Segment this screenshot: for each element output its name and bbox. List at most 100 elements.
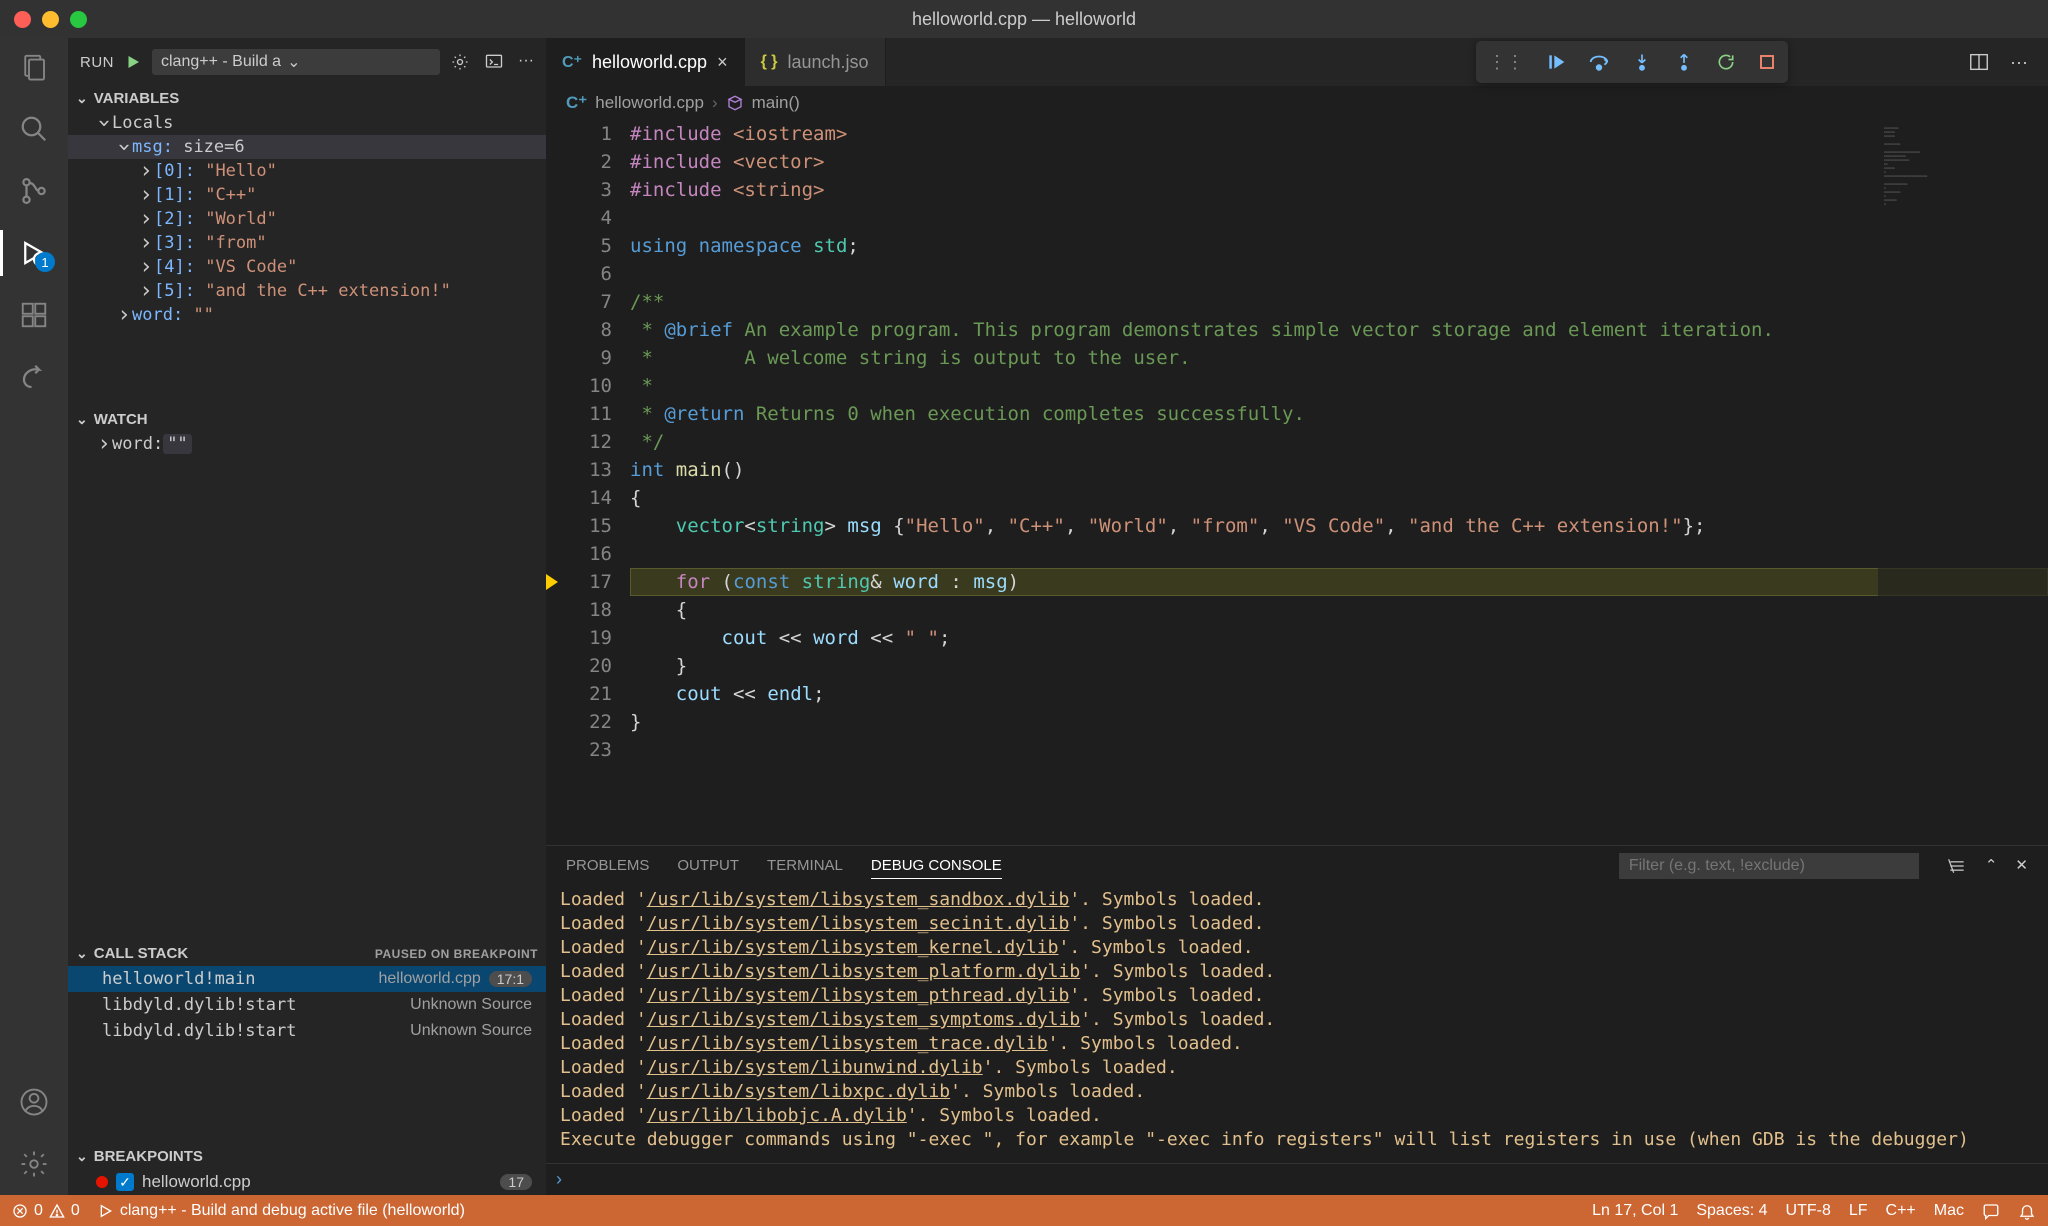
file-link[interactable]: /usr/lib/system/libsystem_trace.dylib [647,1033,1048,1054]
status-indentation[interactable]: Spaces: 4 [1696,1202,1767,1220]
minimap[interactable]: ▬▬▬▬▬▬▬▬▬▬▬▬▬▬▬▬▬▬▬▬▬▬▬▬▬▬▬▬▬▬▬▬▬▬▬▬▬▬▬▬… [1878,120,2048,845]
step-out-button[interactable] [1674,52,1694,72]
file-link[interactable]: /usr/lib/system/libsystem_pthread.dylib [647,985,1070,1006]
stop-button[interactable] [1758,53,1776,71]
variable-word[interactable]: word: "" [68,303,546,327]
status-language[interactable]: C++ [1886,1202,1916,1220]
console-line: Loaded '/usr/lib/system/libxpc.dylib'. S… [560,1080,2034,1104]
status-eol[interactable]: LF [1849,1202,1868,1220]
source-control-icon[interactable] [17,174,51,208]
stack-frame[interactable]: helloworld!mainhelloworld.cpp17:1 [68,966,546,992]
continue-button[interactable] [1546,52,1566,72]
variable-msg-item[interactable]: [0]: "Hello" [68,159,546,183]
minimize-window-button[interactable] [42,11,59,28]
breakpoints-section-header[interactable]: ⌄BREAKPOINTS [68,1144,546,1169]
panel-tab[interactable]: OUTPUT [677,853,739,879]
debug-console-input[interactable]: › [546,1163,2048,1195]
settings-gear-icon[interactable] [17,1147,51,1181]
watch-item[interactable]: word: "" [68,432,546,456]
panel-tabs: PROBLEMS OUTPUT TERMINAL DEBUG CONSOLE ⌃ ✕ [546,846,2048,886]
status-errors[interactable]: 0 0 [12,1202,80,1220]
explorer-icon[interactable] [17,50,51,84]
drag-grip-icon[interactable]: ⋮⋮ [1488,52,1524,73]
window-controls [0,11,87,28]
feedback-icon[interactable] [1982,1202,2000,1220]
maximize-window-button[interactable] [70,11,87,28]
console-line: Loaded '/usr/lib/system/libsystem_pthrea… [560,984,2034,1008]
close-panel-icon[interactable]: ✕ [2015,856,2028,876]
gear-icon[interactable] [450,52,470,72]
console-line: Loaded '/usr/lib/system/libsystem_sympto… [560,1008,2034,1032]
variables-scope-locals[interactable]: Locals [68,111,546,135]
file-link[interactable]: /usr/lib/system/libxpc.dylib [647,1081,950,1102]
close-tab-icon[interactable]: × [717,52,728,73]
file-link[interactable]: /usr/lib/system/libunwind.dylib [647,1057,983,1078]
code-editor[interactable]: 1234567891011121314151617181920212223 #i… [546,120,2048,845]
stack-frame[interactable]: libdyld.dylib!startUnknown Source [68,992,546,1018]
variable-msg-item[interactable]: [2]: "World" [68,207,546,231]
stack-frame[interactable]: libdyld.dylib!startUnknown Source [68,1018,546,1044]
variables-section-header[interactable]: ⌄VARIABLES [68,86,546,111]
breakpoint-checkbox[interactable]: ✓ [116,1173,134,1191]
status-bar: 0 0 clang++ - Build and debug active fil… [0,1195,2048,1226]
bottom-panel: PROBLEMSOUTPUTTERMINALDEBUG CONSOLE ⌃ ✕ … [546,845,2048,1195]
clear-console-icon[interactable] [1947,856,1967,876]
more-icon[interactable]: ··· [518,52,534,72]
share-icon[interactable] [17,360,51,394]
debug-console-icon[interactable] [484,52,504,72]
close-window-button[interactable] [14,11,31,28]
cpp-file-icon: C⁺ [566,93,587,113]
restart-button[interactable] [1716,52,1736,72]
editor-tab[interactable]: C⁺helloworld.cpp× [546,38,745,86]
variable-msg-item[interactable]: [3]: "from" [68,231,546,255]
debug-console-output[interactable]: Loaded '/usr/lib/system/libsystem_sandbo… [546,886,2048,1163]
run-header: RUN clang++ - Build a ⌄ ··· [68,38,546,86]
run-debug-icon[interactable]: 1 [17,236,51,270]
variable-msg[interactable]: msg: size=6 [68,135,546,159]
status-os[interactable]: Mac [1934,1202,1964,1220]
breadcrumb[interactable]: C⁺ helloworld.cpp › main() [546,86,2048,120]
file-link[interactable]: /usr/lib/libobjc.A.dylib [647,1105,907,1126]
callstack-section-header[interactable]: ⌄CALL STACK PAUSED ON BREAKPOINT [68,941,546,966]
watch-section-header[interactable]: ⌄WATCH [68,407,546,432]
panel-tab[interactable]: DEBUG CONSOLE [871,853,1002,879]
extensions-icon[interactable] [17,298,51,332]
variable-msg-item[interactable]: [1]: "C++" [68,183,546,207]
start-debug-button[interactable] [124,53,142,71]
file-link[interactable]: /usr/lib/system/libsystem_sandbox.dylib [647,889,1070,910]
debug-toolbar[interactable]: ⋮⋮ [1476,41,1788,83]
variable-msg-item[interactable]: [4]: "VS Code" [68,255,546,279]
variable-msg-item[interactable]: [5]: "and the C++ extension!" [68,279,546,303]
activity-bar: 1 [0,38,68,1195]
file-link[interactable]: /usr/lib/system/libsystem_symptoms.dylib [647,1009,1080,1030]
panel-tab[interactable]: TERMINAL [767,853,843,879]
step-over-button[interactable] [1588,52,1610,72]
split-editor-icon[interactable] [1968,51,1990,73]
debug-console-filter[interactable] [1619,853,1919,879]
accounts-icon[interactable] [17,1085,51,1119]
debug-badge: 1 [35,252,55,272]
status-debug-target[interactable]: clang++ - Build and debug active file (h… [98,1202,465,1220]
console-line: Loaded '/usr/lib/system/libunwind.dylib'… [560,1056,2034,1080]
console-line: Loaded '/usr/lib/libobjc.A.dylib'. Symbo… [560,1104,2034,1128]
more-actions-icon[interactable]: ··· [2010,52,2028,73]
breakpoint-item[interactable]: ✓helloworld.cpp17 [68,1169,546,1195]
console-line: Loaded '/usr/lib/system/libsystem_platfo… [560,960,2034,984]
search-icon[interactable] [17,112,51,146]
file-link[interactable]: /usr/lib/system/libsystem_platform.dylib [647,961,1080,982]
file-link[interactable]: /usr/lib/system/libsystem_secinit.dylib [647,913,1070,934]
console-line: Loaded '/usr/lib/system/libsystem_secini… [560,912,2034,936]
debug-config-select[interactable]: clang++ - Build a ⌄ [152,49,440,75]
callstack-status: PAUSED ON BREAKPOINT [375,947,538,961]
collapse-panel-icon[interactable]: ⌃ [1985,856,1998,876]
file-link[interactable]: /usr/lib/system/libsystem_kernel.dylib [647,937,1059,958]
step-into-button[interactable] [1632,52,1652,72]
execution-pointer-icon [546,574,558,590]
status-encoding[interactable]: UTF-8 [1786,1202,1831,1220]
debug-sidebar: RUN clang++ - Build a ⌄ ··· ⌄VARIABLES L… [68,38,546,1195]
cpp-file-icon: C⁺ [562,52,582,72]
panel-tab[interactable]: PROBLEMS [566,853,649,879]
editor-tab[interactable]: { }launch.jso [745,38,886,86]
status-cursor-position[interactable]: Ln 17, Col 1 [1592,1202,1678,1220]
notifications-icon[interactable] [2018,1202,2036,1220]
